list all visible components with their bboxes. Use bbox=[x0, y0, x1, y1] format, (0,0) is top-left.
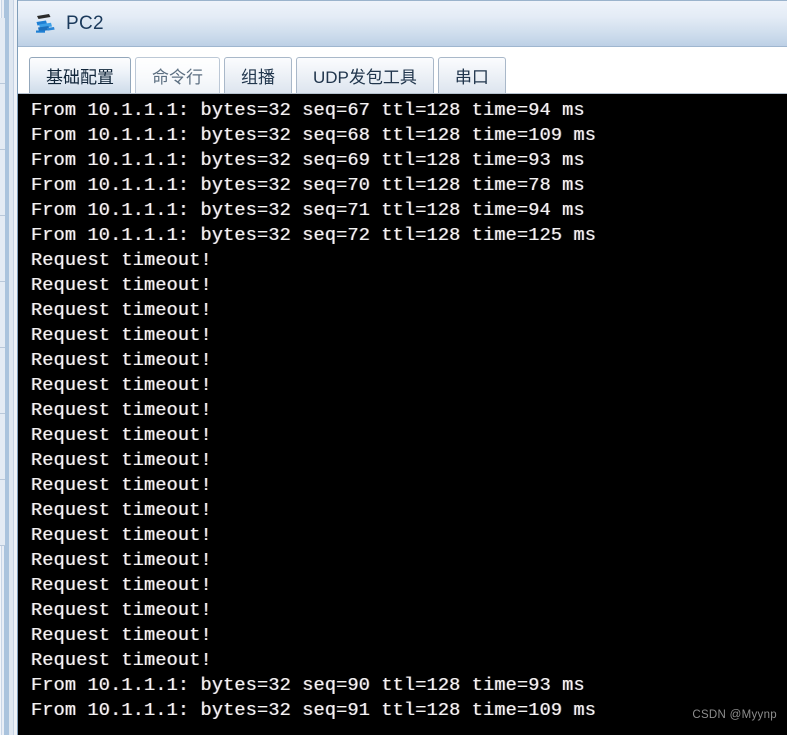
tab-command-line[interactable]: 命令行 bbox=[135, 57, 220, 93]
terminal-line: Request timeout! bbox=[31, 375, 212, 396]
tab-label: 基础配置 bbox=[46, 68, 114, 87]
terminal-line: Request timeout! bbox=[31, 625, 212, 646]
background-panel-sliver bbox=[0, 84, 5, 150]
background-panel-slivers bbox=[0, 18, 5, 598]
tab-label: 串口 bbox=[454, 68, 489, 87]
tab-label: UDP发包工具 bbox=[313, 68, 417, 87]
terminal-line: Request timeout! bbox=[31, 300, 212, 321]
tab-serial-port[interactable]: 串口 bbox=[437, 57, 506, 93]
background-panel-sliver bbox=[0, 480, 5, 546]
background-panel-sliver bbox=[0, 348, 5, 414]
terminal-line: From 10.1.1.1: bytes=32 seq=71 ttl=128 t… bbox=[31, 200, 585, 221]
terminal-line: From 10.1.1.1: bytes=32 seq=69 ttl=128 t… bbox=[31, 150, 585, 171]
pc2-window: PC2 基础配置 命令行 组播 UDP发包工具 串口 From 10.1.1.1… bbox=[17, 0, 787, 735]
pc-device-icon bbox=[33, 11, 59, 37]
terminal-line: Request timeout! bbox=[31, 450, 212, 471]
background-panel-sliver bbox=[0, 18, 5, 84]
watermark-text: CSDN @Myynp bbox=[692, 709, 777, 721]
terminal-line: From 10.1.1.1: bytes=32 seq=70 ttl=128 t… bbox=[31, 175, 585, 196]
terminal-line: Request timeout! bbox=[31, 525, 212, 546]
terminal-line: Request timeout! bbox=[31, 475, 212, 496]
tab-bar: 基础配置 命令行 组播 UDP发包工具 串口 bbox=[18, 47, 787, 93]
terminal-line: Request timeout! bbox=[31, 575, 212, 596]
tab-label: 组播 bbox=[241, 68, 275, 87]
terminal-line: Request timeout! bbox=[31, 425, 212, 446]
terminal-line: From 10.1.1.1: bytes=32 seq=90 ttl=128 t… bbox=[31, 675, 585, 696]
terminal-line: Request timeout! bbox=[31, 350, 212, 371]
tab-label: 命令行 bbox=[152, 68, 203, 87]
terminal-line: Request timeout! bbox=[31, 600, 212, 621]
terminal-line: Request timeout! bbox=[31, 550, 212, 571]
terminal-console[interactable]: From 10.1.1.1: bytes=32 seq=67 ttl=128 t… bbox=[18, 93, 787, 735]
terminal-line: From 10.1.1.1: bytes=32 seq=68 ttl=128 t… bbox=[31, 125, 597, 146]
terminal-line: Request timeout! bbox=[31, 650, 212, 671]
terminal-line: Request timeout! bbox=[31, 250, 212, 271]
terminal-line: From 10.1.1.1: bytes=32 seq=72 ttl=128 t… bbox=[31, 225, 597, 246]
terminal-line: Request timeout! bbox=[31, 500, 212, 521]
window-title-text: PC2 bbox=[66, 13, 104, 34]
tab-udp-packet-tool[interactable]: UDP发包工具 bbox=[296, 57, 434, 93]
terminal-line: From 10.1.1.1: bytes=32 seq=91 ttl=128 t… bbox=[31, 700, 597, 721]
background-panel-sliver bbox=[0, 282, 5, 348]
tab-basic-config[interactable]: 基础配置 bbox=[29, 57, 131, 93]
background-panel-sliver bbox=[0, 216, 5, 282]
terminal-output: From 10.1.1.1: bytes=32 seq=67 ttl=128 t… bbox=[18, 94, 787, 723]
background-window-edge bbox=[0, 0, 17, 735]
terminal-line: Request timeout! bbox=[31, 400, 212, 421]
terminal-line: Request timeout! bbox=[31, 325, 212, 346]
tab-multicast[interactable]: 组播 bbox=[224, 57, 292, 93]
terminal-line: From 10.1.1.1: bytes=32 seq=67 ttl=128 t… bbox=[31, 100, 585, 121]
background-panel-sliver bbox=[0, 414, 5, 480]
background-panel-sliver bbox=[0, 150, 5, 216]
window-title-bar[interactable]: PC2 bbox=[18, 0, 787, 47]
terminal-line: Request timeout! bbox=[31, 275, 212, 296]
